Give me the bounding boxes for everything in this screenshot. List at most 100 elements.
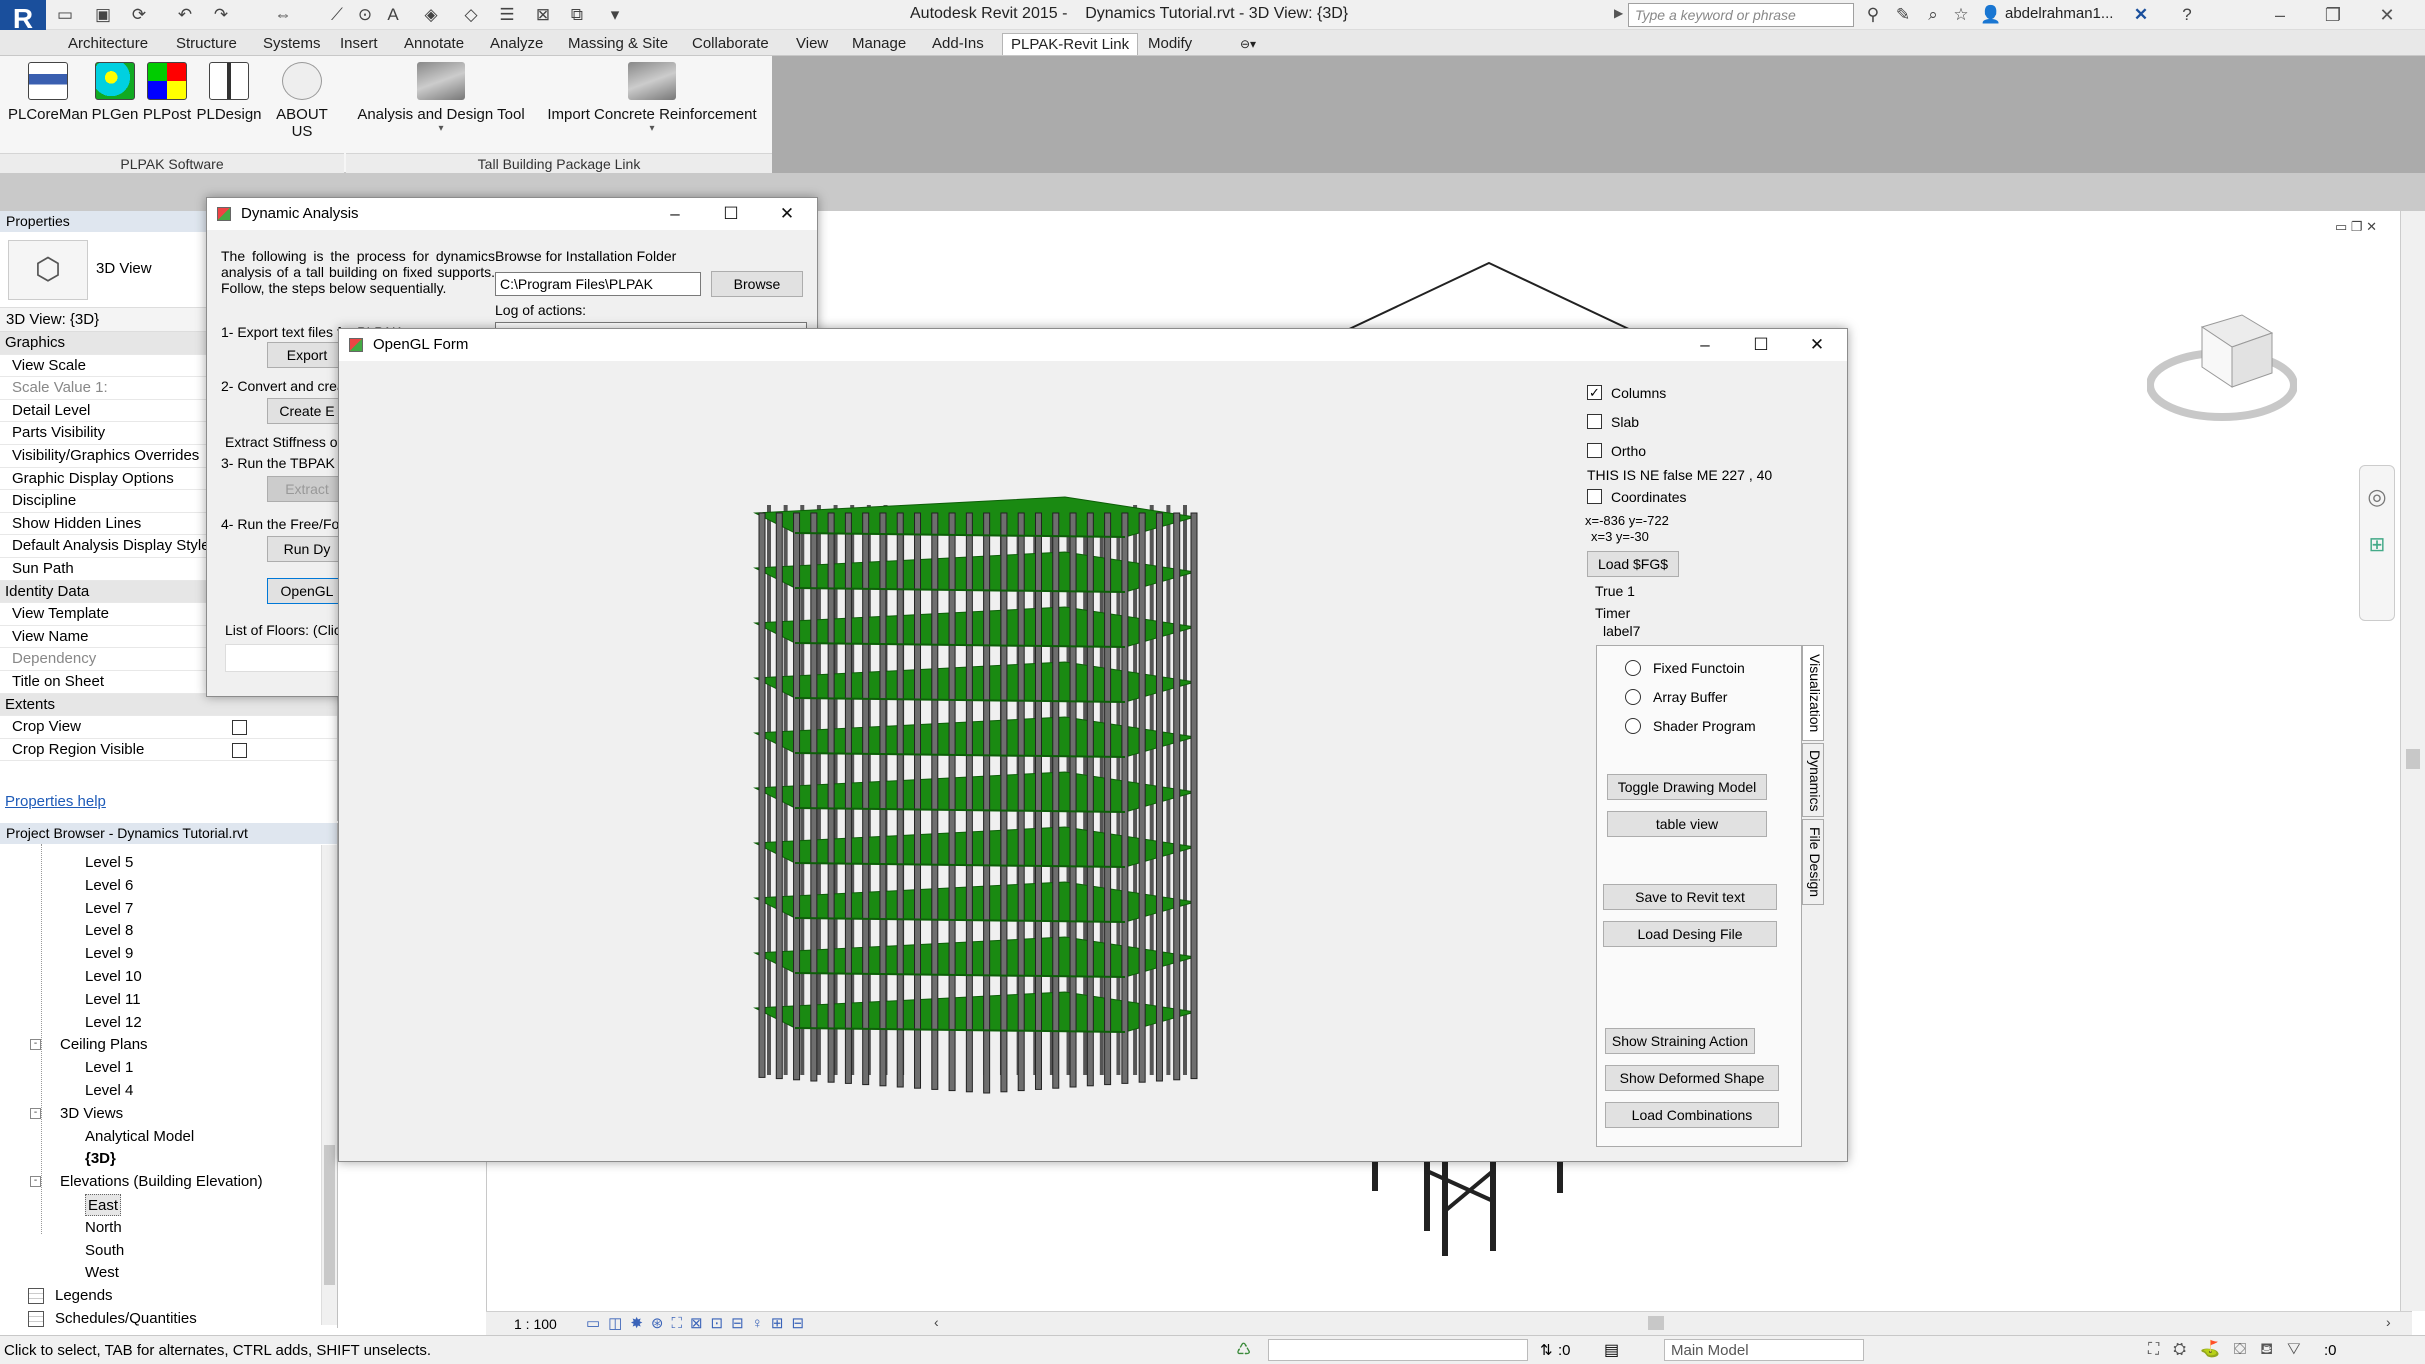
view-scale[interactable]: 1 : 100 [514,1316,557,1332]
browser-item[interactable]: West [85,1262,119,1284]
sync-icon[interactable]: ⟳ [128,4,150,26]
load-design-file-button[interactable]: Load Desing File [1603,921,1777,947]
customize-qat-icon[interactable]: ▾ [604,4,626,26]
3d-view-icon[interactable]: ◈ [420,4,442,26]
properties-help-link[interactable]: Properties help [5,793,106,810]
browser-item[interactable]: Level 11 [85,989,141,1011]
analysis-design-tool-button[interactable]: Analysis and Design Tool ▾ [356,62,526,134]
run-dynamics-button[interactable]: Run Dy [267,536,347,562]
about-us-button[interactable]: ABOUT US [264,62,340,140]
view-scroll-thumb[interactable] [2406,749,2420,769]
columns-checkbox[interactable]: ✓ [1587,385,1602,400]
maximize-icon[interactable]: ☐ [1733,329,1789,361]
tree-collapse-toggle[interactable]: - [30,1107,41,1119]
editable-only-icon[interactable]: ⇅ [1540,1341,1553,1359]
tab-dynamics[interactable]: Dynamics [1802,743,1824,817]
browser-item[interactable]: Elevations (Building Elevation) [60,1171,263,1193]
tab-modify[interactable]: Modify [1140,33,1200,55]
browser-item[interactable]: {3D} [85,1148,116,1170]
worksets-icon[interactable]: ♺ [1236,1340,1251,1360]
tab-plpak-revit-link[interactable]: PLPAK-Revit Link [1002,33,1139,55]
tab-view[interactable]: View [788,33,836,55]
undo-icon[interactable]: ↶ [174,4,196,26]
tab-manage[interactable]: Manage [844,33,914,55]
user-icon[interactable]: 👤 [1980,4,2002,26]
property-row[interactable]: Crop View [0,716,337,739]
view-scrollbar[interactable] [2400,211,2425,1311]
load-combinations-button[interactable]: Load Combinations [1605,1102,1779,1128]
tab-collaborate[interactable]: Collaborate [684,33,777,55]
browser-item[interactable]: Analytical Model [85,1126,194,1148]
table-view-button[interactable]: table view [1607,811,1767,837]
shader-program-radio[interactable] [1625,718,1641,734]
open-icon[interactable]: ▭ [54,4,76,26]
ribbon-minimize-icon[interactable]: ⊖▾ [1232,33,1264,55]
measure-icon[interactable]: ⇔ [272,4,294,26]
browser-item[interactable]: Level 8 [85,920,133,942]
tab-architecture[interactable]: Architecture [60,33,156,55]
hscroll-thumb[interactable] [1648,1316,1664,1330]
close-icon[interactable]: ✕ [1789,329,1845,361]
browser-item[interactable]: Level 10 [85,966,142,988]
ortho-checkbox[interactable] [1587,443,1602,458]
subscription-icon[interactable]: ✎ [1892,4,1914,26]
exchange-apps-icon[interactable]: ✕ [2130,4,2152,26]
load-fgs-button[interactable]: Load $FG$ [1587,551,1679,577]
plcoreman-button[interactable]: PLCoreMan [6,62,90,123]
coordinates-checkbox[interactable] [1587,489,1602,504]
create-button[interactable]: Create E [267,398,347,424]
favorites-icon[interactable]: ☆ [1950,4,1972,26]
browser-item[interactable]: East [85,1194,122,1216]
close-icon[interactable]: ✕ [2362,2,2412,28]
workset-dropdown[interactable] [1268,1339,1528,1361]
search-expand-icon[interactable]: ▶ [1614,6,1623,20]
property-checkbox[interactable] [232,720,247,736]
dimension-icon[interactable]: ⟋ [326,4,348,26]
design-option-dropdown[interactable]: Main Model [1664,1339,1864,1361]
array-buffer-radio[interactable] [1625,689,1641,705]
save-icon[interactable]: ▣ [92,4,114,26]
help-icon[interactable]: ? [2176,4,2198,26]
browser-item[interactable]: Level 12 [85,1012,142,1034]
scroll-thumb[interactable] [324,1145,335,1285]
browser-item[interactable]: 3D Views [60,1103,123,1125]
text-icon[interactable]: A [382,4,404,26]
tab-structure[interactable]: Structure [168,33,245,55]
tab-analyze[interactable]: Analyze [482,33,551,55]
plgen-button[interactable]: PLGen [90,62,140,123]
pldesign-button[interactable]: PLDesign [196,62,262,123]
selection-filter-icons[interactable]: ⛶⛭⛳⛋⛾▽ [2148,1339,2315,1360]
property-checkbox[interactable] [232,742,247,758]
tab-massing-site[interactable]: Massing & Site [560,33,676,55]
design-options-icon[interactable]: ▤ [1604,1340,1619,1360]
opengl-button[interactable]: OpenGL [267,578,347,604]
user-name[interactable]: abdelrahman1... [2005,5,2113,22]
tab-file-design[interactable]: File Design [1802,819,1824,905]
tab-visualization[interactable]: Visualization [1802,645,1824,741]
zoom-icon[interactable]: ⊞ [2360,532,2394,557]
fixed-function-radio[interactable] [1625,660,1641,676]
view-control-icons[interactable]: ▭◫✸⊛⛶⊠⊡⊟♀⊞⊟ [586,1314,812,1332]
installation-folder-input[interactable]: C:\Program Files\PLPAK [495,272,701,296]
tag-icon[interactable]: ⊙ [354,4,376,26]
thin-lines-icon[interactable]: ☰ [496,4,518,26]
show-straining-action-button[interactable]: Show Straining Action [1605,1028,1755,1054]
extract-button[interactable]: Extract [267,476,347,502]
minimize-icon[interactable]: – [647,198,703,230]
navigation-bar[interactable]: ◎ ⊞ [2359,465,2395,621]
close-hidden-icon[interactable]: ⊠ [532,4,554,26]
binoculars-icon[interactable]: ⚲ [1862,4,1884,26]
browser-item[interactable]: Level 9 [85,943,133,965]
tree-collapse-toggle[interactable]: - [30,1176,41,1188]
browser-item[interactable]: South [85,1240,124,1262]
import-concrete-reinforcement-button[interactable]: Import Concrete Reinforcement ▾ [542,62,762,134]
browser-item[interactable]: Level 5 [85,852,133,874]
minimize-icon[interactable]: – [1677,329,1733,361]
viewcube[interactable] [2146,307,2298,427]
section-icon[interactable]: ◇ [460,4,482,26]
property-row[interactable]: Crop Region Visible [0,739,337,762]
tree-collapse-toggle[interactable]: - [30,1039,41,1051]
slab-checkbox[interactable] [1587,414,1602,429]
toggle-drawing-model-button[interactable]: Toggle Drawing Model [1607,774,1767,800]
floors-list[interactable] [225,644,345,672]
